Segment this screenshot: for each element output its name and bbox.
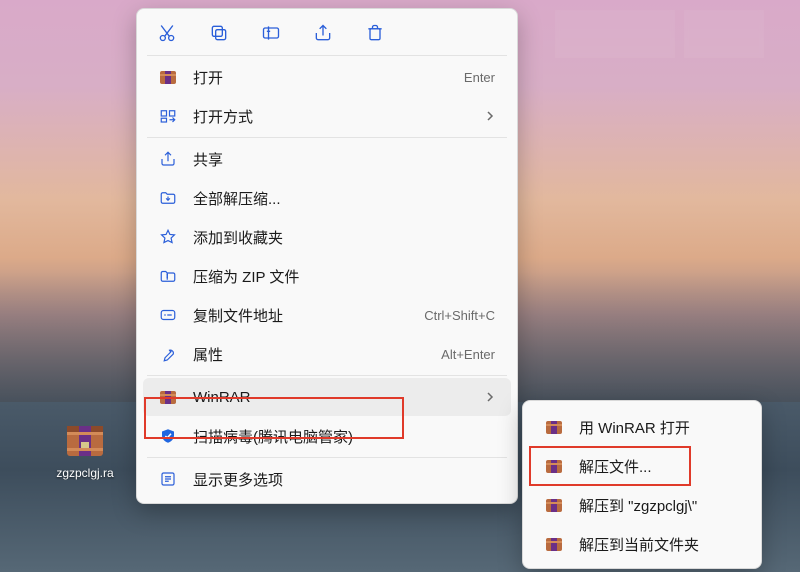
star-icon	[157, 228, 179, 246]
menu-item-label: 压缩为 ZIP 文件	[193, 266, 495, 287]
chevron-right-icon	[485, 111, 495, 121]
context-submenu-winrar: 用 WinRAR 打开 解压文件... 解压到 "zgzpclgj\" 解压到当…	[522, 400, 762, 569]
menu-item-label: 复制文件地址	[193, 305, 414, 326]
desktop-file-label: zgzpclgj.ra	[48, 466, 122, 480]
menu-item-shortcut: Ctrl+Shift+C	[424, 308, 495, 323]
rar-archive-icon	[543, 496, 565, 514]
menu-item-extract-all[interactable]: 全部解压缩...	[143, 179, 511, 217]
blurred-region	[684, 10, 764, 58]
menu-item-label: 属性	[193, 344, 431, 365]
menu-separator	[147, 457, 507, 458]
submenu-item-extract-to-named[interactable]: 解压到 "zgzpclgj\"	[529, 486, 755, 524]
menu-item-winrar[interactable]: WinRAR	[143, 378, 511, 416]
share-icon	[157, 150, 179, 168]
zip-icon	[157, 267, 179, 285]
rar-archive-icon	[157, 388, 179, 406]
menu-item-shortcut: Enter	[464, 70, 495, 85]
menu-item-label: 扫描病毒(腾讯电脑管家)	[193, 426, 495, 447]
rar-archive-icon	[543, 418, 565, 436]
context-menu-toolbar	[137, 15, 517, 53]
submenu-item-label: 解压到当前文件夹	[579, 534, 739, 555]
menu-item-zip[interactable]: 压缩为 ZIP 文件	[143, 257, 511, 295]
more-options-icon	[157, 470, 179, 488]
open-with-icon	[157, 107, 179, 125]
rar-archive-icon	[543, 457, 565, 475]
menu-item-label: 显示更多选项	[193, 469, 495, 490]
copy-path-icon	[157, 306, 179, 324]
menu-item-label: WinRAR	[193, 389, 475, 406]
wrench-icon	[157, 345, 179, 363]
menu-separator	[147, 55, 507, 56]
menu-item-label: 共享	[193, 149, 495, 170]
chevron-right-icon	[485, 392, 495, 402]
menu-item-properties[interactable]: 属性 Alt+Enter	[143, 335, 511, 373]
copy-icon[interactable]	[207, 21, 231, 45]
menu-separator	[147, 137, 507, 138]
rename-icon[interactable]	[259, 21, 283, 45]
menu-item-more-options[interactable]: 显示更多选项	[143, 460, 511, 498]
menu-item-label: 打开方式	[193, 106, 475, 127]
submenu-item-label: 解压到 "zgzpclgj\"	[579, 495, 739, 516]
menu-item-label: 打开	[193, 67, 454, 88]
desktop-wallpaper: zgzpclgj.ra	[0, 0, 800, 572]
menu-item-share[interactable]: 共享	[143, 140, 511, 178]
menu-item-open-with[interactable]: 打开方式	[143, 97, 511, 135]
folder-extract-icon	[157, 189, 179, 207]
menu-item-scan[interactable]: 扫描病毒(腾讯电脑管家)	[143, 417, 511, 455]
cut-icon[interactable]	[155, 21, 179, 45]
delete-icon[interactable]	[363, 21, 387, 45]
rar-archive-icon	[61, 418, 109, 462]
submenu-item-label: 解压文件...	[579, 456, 739, 477]
menu-item-label: 全部解压缩...	[193, 188, 495, 209]
rar-archive-icon	[543, 535, 565, 553]
submenu-item-label: 用 WinRAR 打开	[579, 417, 739, 438]
menu-item-open[interactable]: 打开 Enter	[143, 58, 511, 96]
shield-icon	[157, 427, 179, 445]
menu-item-label: 添加到收藏夹	[193, 227, 495, 248]
submenu-item-open-winrar[interactable]: 用 WinRAR 打开	[529, 408, 755, 446]
share-icon[interactable]	[311, 21, 335, 45]
submenu-item-extract-here[interactable]: 解压到当前文件夹	[529, 525, 755, 563]
desktop-file-rar[interactable]: zgzpclgj.ra	[48, 418, 122, 480]
menu-item-copy-path[interactable]: 复制文件地址 Ctrl+Shift+C	[143, 296, 511, 334]
blurred-region	[555, 10, 675, 58]
menu-item-favorite[interactable]: 添加到收藏夹	[143, 218, 511, 256]
context-menu: 打开 Enter 打开方式 共享	[136, 8, 518, 504]
menu-item-shortcut: Alt+Enter	[441, 347, 495, 362]
rar-archive-icon	[157, 68, 179, 86]
submenu-item-extract-files[interactable]: 解压文件...	[529, 447, 755, 485]
menu-separator	[147, 375, 507, 376]
